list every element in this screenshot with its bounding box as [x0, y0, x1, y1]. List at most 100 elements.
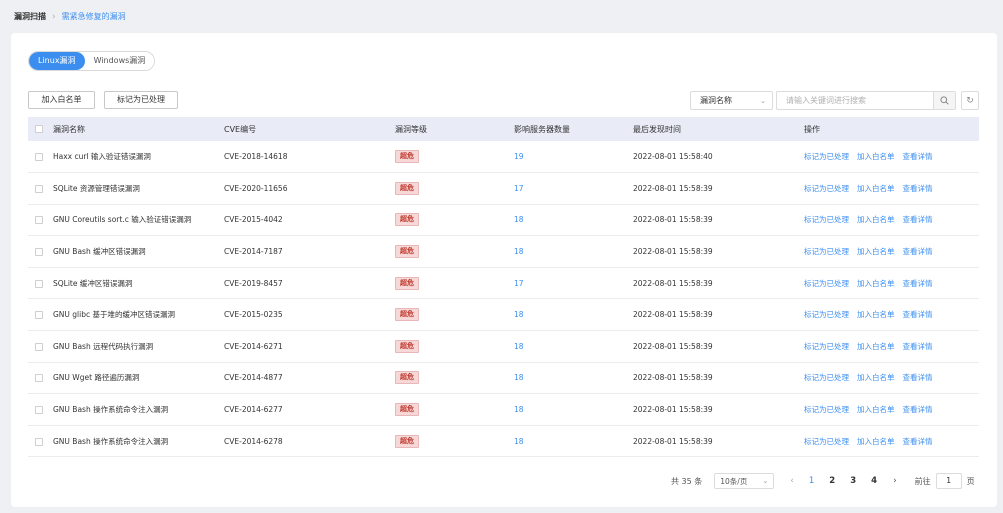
mark-processed-link[interactable]: 标记为已处理: [804, 279, 849, 288]
add-whitelist-link[interactable]: 加入白名单: [857, 215, 895, 224]
row-checkbox[interactable]: [35, 311, 43, 320]
row-actions: 标记为已处理 加入白名单 查看详情: [804, 331, 979, 363]
last-seen-time: 2022-08-01 15:58:39: [633, 215, 713, 225]
view-details-link[interactable]: 查看详情: [903, 215, 933, 224]
severity-badge: 超危: [395, 245, 419, 259]
add-whitelist-link[interactable]: 加入白名单: [857, 279, 895, 288]
row-checkbox[interactable]: [35, 184, 43, 193]
table-row: GNU Bash 操作系统命令注入漏洞 CVE-2014-6278 超危 18 …: [28, 425, 979, 457]
severity-badge: 超危: [395, 308, 419, 322]
search-field-select[interactable]: 漏洞名称 ⌄: [690, 91, 773, 110]
add-whitelist-link[interactable]: 加入白名单: [857, 310, 895, 319]
breadcrumb-current: 需紧急修复的漏洞: [61, 12, 126, 21]
select-all-checkbox[interactable]: [35, 125, 43, 133]
last-seen-time: 2022-08-01 15:58:39: [633, 310, 713, 320]
row-checkbox[interactable]: [35, 279, 43, 288]
affected-count-link[interactable]: 18: [514, 394, 633, 426]
add-whitelist-link[interactable]: 加入白名单: [857, 184, 895, 193]
view-details-link[interactable]: 查看详情: [903, 310, 933, 319]
affected-count-link[interactable]: 18: [514, 425, 633, 457]
mark-processed-link[interactable]: 标记为已处理: [804, 184, 849, 193]
mark-processed-link[interactable]: 标记为已处理: [804, 342, 849, 351]
page-number-3[interactable]: 3: [850, 476, 856, 486]
affected-count-link[interactable]: 17: [514, 267, 633, 299]
page-number-1[interactable]: 1: [809, 476, 814, 486]
affected-count-link[interactable]: 19: [514, 141, 633, 173]
row-checkbox[interactable]: [35, 437, 43, 446]
column-header-level: 漏洞等级: [395, 124, 427, 134]
affected-count-link[interactable]: 18: [514, 299, 633, 331]
next-page-icon[interactable]: ›: [893, 476, 897, 486]
cve-id: CVE-2015-4042: [224, 215, 283, 225]
tab-linux[interactable]: Linux漏洞: [29, 52, 85, 70]
breadcrumb-root[interactable]: 漏洞扫描: [14, 11, 46, 22]
main-card: Linux漏洞 Windows漏洞 加入白名单 标记为已处理 漏洞名称 ⌄ ↻ …: [11, 33, 997, 507]
mark-processed-link[interactable]: 标记为已处理: [804, 152, 849, 161]
last-seen-time: 2022-08-01 15:58:39: [633, 278, 713, 288]
view-details-link[interactable]: 查看详情: [903, 152, 933, 161]
view-details-link[interactable]: 查看详情: [903, 184, 933, 193]
cve-id: CVE-2015-0235: [224, 310, 283, 320]
column-header-name: 漏洞名称: [53, 124, 85, 134]
search-input[interactable]: [777, 92, 933, 109]
goto-label: 前往: [914, 476, 931, 486]
row-checkbox[interactable]: [35, 406, 43, 415]
mark-processed-link[interactable]: 标记为已处理: [804, 437, 849, 446]
vuln-name: GNU Bash 操作系统命令注入漏洞: [53, 405, 169, 415]
row-actions: 标记为已处理 加入白名单 查看详情: [804, 173, 979, 205]
page-number-2[interactable]: 2: [829, 476, 835, 486]
refresh-button[interactable]: ↻: [961, 91, 979, 110]
cve-id: CVE-2018-14618: [224, 152, 288, 162]
row-checkbox[interactable]: [35, 216, 43, 225]
view-details-link[interactable]: 查看详情: [903, 279, 933, 288]
last-seen-time: 2022-08-01 15:58:39: [633, 436, 713, 446]
row-actions: 标记为已处理 加入白名单 查看详情: [804, 141, 979, 173]
mark-processed-link[interactable]: 标记为已处理: [804, 310, 849, 319]
mark-processed-button[interactable]: 标记为已处理: [104, 91, 178, 109]
vuln-name: SQLite 缓冲区错误漏洞: [53, 278, 133, 288]
row-checkbox[interactable]: [35, 248, 43, 257]
mark-processed-link[interactable]: 标记为已处理: [804, 373, 849, 382]
add-whitelist-link[interactable]: 加入白名单: [857, 152, 895, 161]
row-actions: 标记为已处理 加入白名单 查看详情: [804, 362, 979, 394]
severity-badge: 超危: [395, 403, 419, 417]
vuln-name: GNU Wget 路径遍历漏洞: [53, 373, 140, 383]
row-checkbox[interactable]: [35, 342, 43, 351]
row-checkbox[interactable]: [35, 374, 43, 383]
add-whitelist-link[interactable]: 加入白名单: [857, 247, 895, 256]
tab-windows[interactable]: Windows漏洞: [84, 52, 155, 70]
affected-count-link[interactable]: 17: [514, 173, 633, 205]
page-number-4[interactable]: 4: [871, 476, 877, 486]
page-size-select[interactable]: 10条/页 ⌄: [714, 473, 775, 489]
row-actions: 标记为已处理 加入白名单 查看详情: [804, 425, 979, 457]
add-whitelist-link[interactable]: 加入白名单: [857, 342, 895, 351]
view-details-link[interactable]: 查看详情: [903, 437, 933, 446]
mark-processed-link[interactable]: 标记为已处理: [804, 215, 849, 224]
cve-id: CVE-2014-4877: [224, 373, 283, 383]
cve-id: CVE-2019-8457: [224, 278, 283, 288]
vuln-name: GNU Bash 缓冲区错误漏洞: [53, 247, 146, 257]
affected-count-link[interactable]: 18: [514, 331, 633, 363]
view-details-link[interactable]: 查看详情: [903, 342, 933, 351]
search-button[interactable]: [933, 92, 955, 109]
view-details-link[interactable]: 查看详情: [903, 247, 933, 256]
add-whitelist-link[interactable]: 加入白名单: [857, 437, 895, 446]
add-whitelist-button[interactable]: 加入白名单: [28, 91, 95, 109]
table-header-row: 漏洞名称 CVE编号 漏洞等级 影响服务器数量 最后发现时间 操作: [28, 117, 979, 141]
row-actions: 标记为已处理 加入白名单 查看详情: [804, 204, 979, 236]
vuln-name: Haxx curl 输入验证错误漏洞: [53, 152, 151, 162]
affected-count-link[interactable]: 18: [514, 236, 633, 268]
prev-page-icon[interactable]: ‹: [790, 476, 794, 486]
row-checkbox[interactable]: [35, 153, 43, 162]
severity-badge: 超危: [395, 181, 419, 195]
refresh-icon: ↻: [966, 95, 974, 106]
goto-page-input[interactable]: 1: [935, 473, 962, 489]
add-whitelist-link[interactable]: 加入白名单: [857, 405, 895, 414]
mark-processed-link[interactable]: 标记为已处理: [804, 247, 849, 256]
mark-processed-link[interactable]: 标记为已处理: [804, 405, 849, 414]
add-whitelist-link[interactable]: 加入白名单: [857, 373, 895, 382]
affected-count-link[interactable]: 18: [514, 204, 633, 236]
affected-count-link[interactable]: 18: [514, 362, 633, 394]
view-details-link[interactable]: 查看详情: [903, 373, 933, 382]
view-details-link[interactable]: 查看详情: [903, 405, 933, 414]
